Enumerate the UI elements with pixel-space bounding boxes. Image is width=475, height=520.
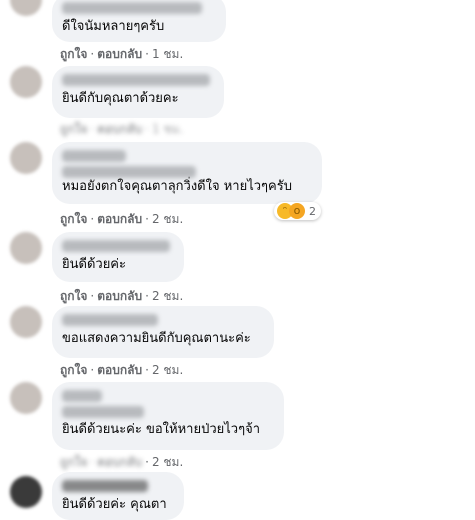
commenter-name-blurred[interactable]: [62, 480, 148, 492]
separator: ·: [145, 455, 149, 469]
separator: ·: [145, 363, 149, 377]
avatar[interactable]: [10, 0, 42, 16]
separator: ·: [90, 212, 95, 226]
comment-actions: ถูกใจ · ตอบกลับ · 2 ชม.: [60, 287, 183, 306]
like-button[interactable]: ถูกใจ: [60, 212, 87, 226]
wow-icon: o: [289, 203, 305, 219]
separator: ·: [90, 47, 95, 61]
comment-3: หมอยังตกใจคุณตาลุกวิ่งดีใจ หายไวๆครับ ᵔo…: [0, 142, 475, 232]
comment-bubble: ยินดีด้วยค่ะ คุณตา: [52, 472, 184, 520]
reply-button[interactable]: ตอบกลับ: [97, 122, 142, 136]
separator: ·: [145, 289, 149, 303]
avatar[interactable]: [10, 382, 42, 414]
comment-1: ดีใจนัมหลายๆครับ ถูกใจ · ตอบกลับ · 1 ชม.: [0, 0, 475, 61]
comment-actions: ถูกใจ · ตอบกลับ · 2 ชม.: [60, 210, 183, 229]
reply-button[interactable]: ตอบกลับ: [97, 212, 142, 226]
reaction-summary[interactable]: ᵔo 2: [274, 202, 321, 220]
comment-bubble: ขอแสดงความยินดีกับคุณตานะค่ะ: [52, 306, 274, 358]
like-button[interactable]: ถูกใจ: [60, 289, 87, 303]
comment-actions: ถูกใจ · ตอบกลับ · 2 ชม.: [60, 453, 183, 472]
comment-bubble: ยินดีด้วยนะค่ะ ขอให้หายป่วยไวๆจ้า: [52, 382, 284, 450]
commenter-name-blurred[interactable]: [62, 240, 170, 252]
comment-text: ยินดีด้วยนะค่ะ ขอให้หายป่วยไวๆจ้า: [62, 422, 260, 437]
like-button[interactable]: ถูกใจ: [60, 47, 87, 61]
separator: ·: [145, 47, 149, 61]
commenter-name-blurred[interactable]: [62, 150, 126, 162]
comment-text: ยินดีด้วยค่ะ: [62, 257, 126, 272]
separator: ·: [90, 289, 95, 303]
separator: ·: [90, 363, 95, 377]
timestamp[interactable]: 2 ชม.: [152, 363, 183, 377]
comment-text: หมอยังตกใจคุณตาลุกวิ่งดีใจ หายไวๆครับ: [62, 179, 292, 194]
comment-text: ดีใจนัมหลายๆครับ: [62, 19, 165, 34]
comment-6: ยินดีด้วยนะค่ะ ขอให้หายป่วยไวๆจ้า ถูกใจ ·…: [0, 382, 475, 472]
comment-bubble: หมอยังตกใจคุณตาลุกวิ่งดีใจ หายไวๆครับ: [52, 142, 322, 204]
timestamp[interactable]: 2 ชม.: [152, 212, 183, 226]
comment-text: ยินดีด้วยค่ะ คุณตา: [62, 497, 167, 512]
separator: ·: [145, 212, 149, 226]
comment-4: ยินดีด้วยค่ะ ถูกใจ · ตอบกลับ · 2 ชม.: [0, 232, 475, 306]
separator: ·: [145, 122, 149, 136]
comment-2: ยินดีกับคุณตาด้วยคะ ถูกใจ · ตอบกลับ · 1 ชม.: [0, 66, 475, 136]
timestamp[interactable]: 1 ชม.: [152, 122, 183, 136]
like-button[interactable]: ถูกใจ: [60, 455, 87, 469]
timestamp[interactable]: 2 ชม.: [152, 289, 183, 303]
avatar[interactable]: [10, 306, 42, 338]
commenter-subtitle-blurred: [62, 406, 144, 418]
timestamp[interactable]: 2 ชม.: [152, 455, 183, 469]
comment-text: ขอแสดงความยินดีกับคุณตานะค่ะ: [62, 331, 251, 346]
timestamp[interactable]: 1 ชม.: [152, 47, 183, 61]
comment-actions: ถูกใจ · ตอบกลับ · 1 ชม.: [60, 120, 183, 139]
separator: ·: [90, 455, 95, 469]
avatar[interactable]: [10, 142, 42, 174]
comment-bubble: ดีใจนัมหลายๆครับ: [52, 0, 226, 42]
reply-button[interactable]: ตอบกลับ: [97, 47, 142, 61]
like-button[interactable]: ถูกใจ: [60, 363, 87, 377]
commenter-name-blurred[interactable]: [62, 390, 102, 402]
commenter-name-blurred[interactable]: [62, 2, 202, 14]
avatar[interactable]: [10, 476, 42, 508]
reply-button[interactable]: ตอบกลับ: [97, 289, 142, 303]
commenter-name-blurred[interactable]: [62, 314, 158, 326]
comment-actions: ถูกใจ · ตอบกลับ · 1 ชม.: [60, 45, 183, 64]
comment-actions: ถูกใจ · ตอบกลับ · 2 ชม.: [60, 361, 183, 380]
commenter-name-blurred[interactable]: [62, 74, 210, 86]
reply-button[interactable]: ตอบกลับ: [97, 455, 142, 469]
reply-button[interactable]: ตอบกลับ: [97, 363, 142, 377]
comment-7: ยินดีด้วยค่ะ คุณตา: [0, 472, 475, 520]
reaction-count: 2: [309, 204, 316, 218]
avatar[interactable]: [10, 232, 42, 264]
comment-bubble: ยินดีด้วยค่ะ: [52, 232, 184, 282]
like-button[interactable]: ถูกใจ: [60, 122, 87, 136]
comment-bubble: ยินดีกับคุณตาด้วยคะ: [52, 66, 224, 118]
avatar[interactable]: [10, 66, 42, 98]
separator: ·: [90, 122, 95, 136]
comment-text: ยินดีกับคุณตาด้วยคะ: [62, 91, 179, 106]
comment-5: ขอแสดงความยินดีกับคุณตานะค่ะ ถูกใจ · ตอบกล…: [0, 306, 475, 378]
commenter-subtitle-blurred: [62, 166, 196, 178]
